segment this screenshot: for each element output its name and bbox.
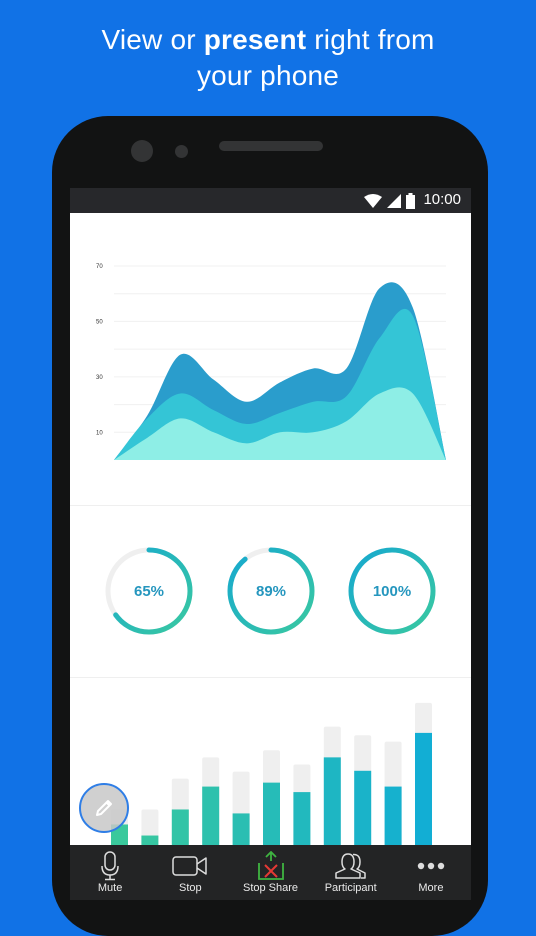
progress-ring: 65% <box>105 547 193 635</box>
headline-pre: View or <box>101 24 204 55</box>
more-button[interactable]: More <box>391 845 471 900</box>
stop-video-button[interactable]: Stop <box>150 845 230 900</box>
ring-chart: 65% 89% 100% <box>105 547 436 635</box>
more-label: More <box>418 882 444 894</box>
status-icons <box>364 193 415 209</box>
sensor <box>175 145 188 158</box>
more-dots-icon <box>417 862 445 870</box>
bar-value <box>232 813 250 845</box>
headline-post: right from <box>306 24 435 55</box>
stop-share-button[interactable]: Stop Share <box>230 845 310 900</box>
headline-line2: your phone <box>196 60 340 91</box>
progress-ring: 100% <box>348 547 436 635</box>
stop-share-icon <box>257 851 284 880</box>
bar-value <box>354 770 372 845</box>
participant-button[interactable]: Participant <box>311 845 391 900</box>
bar-value <box>323 757 341 845</box>
bar-value <box>141 835 159 845</box>
headline: View or present right from your phone <box>0 22 536 94</box>
y-tick-label: 30 <box>96 375 103 381</box>
participants-icon <box>334 853 366 879</box>
y-tick-label: 50 <box>96 319 103 325</box>
stop-share-label: Stop Share <box>242 882 299 894</box>
battery-icon <box>406 193 415 209</box>
ring-label: 65% <box>134 583 164 600</box>
status-bar: 10:00 <box>70 188 471 213</box>
shared-screen: 70 50 30 10 65% 89% 100% <box>70 213 471 845</box>
ring-label: 89% <box>256 583 286 600</box>
bar-value <box>384 786 402 845</box>
bar-value <box>293 792 311 845</box>
earpiece-speaker <box>219 141 323 151</box>
y-tick-label: 70 <box>96 264 103 270</box>
signal-icon <box>387 194 401 208</box>
participant-label: Participant <box>324 882 377 894</box>
pencil-icon <box>96 800 112 816</box>
progress-ring: 89% <box>227 547 315 635</box>
area-chart: 70 50 30 10 <box>96 264 446 460</box>
video-camera-icon <box>172 856 208 876</box>
stop-video-label: Stop <box>178 882 202 894</box>
bar-value <box>171 809 189 845</box>
wifi-icon <box>364 194 382 208</box>
ring-label: 100% <box>373 583 411 600</box>
mute-label: Mute <box>97 882 123 894</box>
bar-chart <box>111 702 432 845</box>
meeting-toolbar: Mute Stop Stop Share Participant More <box>70 845 471 900</box>
bar-value <box>263 782 280 845</box>
headline-bold: present <box>203 24 307 55</box>
bar-value <box>415 732 432 845</box>
status-time: 10:00 <box>423 191 461 208</box>
microphone-icon <box>101 851 119 881</box>
mute-button[interactable]: Mute <box>70 845 150 900</box>
front-camera <box>131 140 153 162</box>
bar-value <box>202 786 220 845</box>
annotate-button[interactable] <box>79 783 129 833</box>
y-tick-label: 10 <box>96 430 103 436</box>
